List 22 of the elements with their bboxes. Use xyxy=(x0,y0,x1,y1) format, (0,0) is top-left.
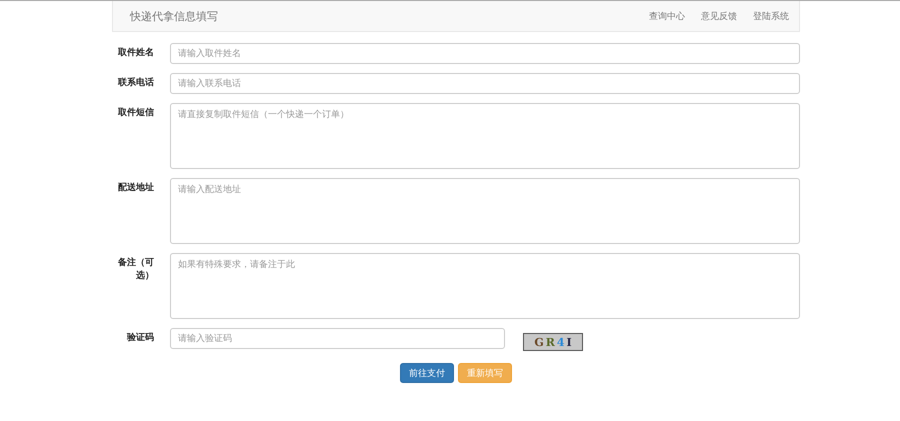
text-area[interactable]: 请直接复制取件短信（一个快递一个订单） xyxy=(170,103,800,169)
field-label: 取件姓名 xyxy=(117,46,154,60)
field-label: 备注（可选） xyxy=(117,256,154,283)
input-field[interactable]: 请输入联系电话 xyxy=(170,73,800,94)
captcha-char: I xyxy=(566,336,572,348)
brand-title[interactable]: 快递代拿信息填写 xyxy=(130,8,649,24)
captcha-char: R xyxy=(546,336,555,348)
captcha-field[interactable]: 请输入验证码 xyxy=(170,328,505,349)
nav-link[interactable]: 登陆系统 xyxy=(753,10,789,22)
pay-button[interactable]: 前往支付 xyxy=(400,363,454,383)
input-field[interactable]: 请输入取件姓名 xyxy=(170,43,800,64)
field-label: 配送地址 xyxy=(117,181,154,195)
text-area[interactable]: 如果有特殊要求，请备注于此 xyxy=(170,253,800,319)
nav-link[interactable]: 意见反馈 xyxy=(701,10,737,22)
text-area[interactable]: 请输入配送地址 xyxy=(170,178,800,244)
nav-link[interactable]: 查询中心 xyxy=(649,10,685,22)
captcha-char: G xyxy=(534,336,544,348)
captcha-image[interactable]: G R 4 I xyxy=(523,333,583,351)
field-label: 联系电话 xyxy=(116,76,154,90)
field-label: 验证码 xyxy=(126,332,154,345)
captcha-char: 4 xyxy=(556,336,565,348)
field-label: 取件短信 xyxy=(117,106,154,120)
